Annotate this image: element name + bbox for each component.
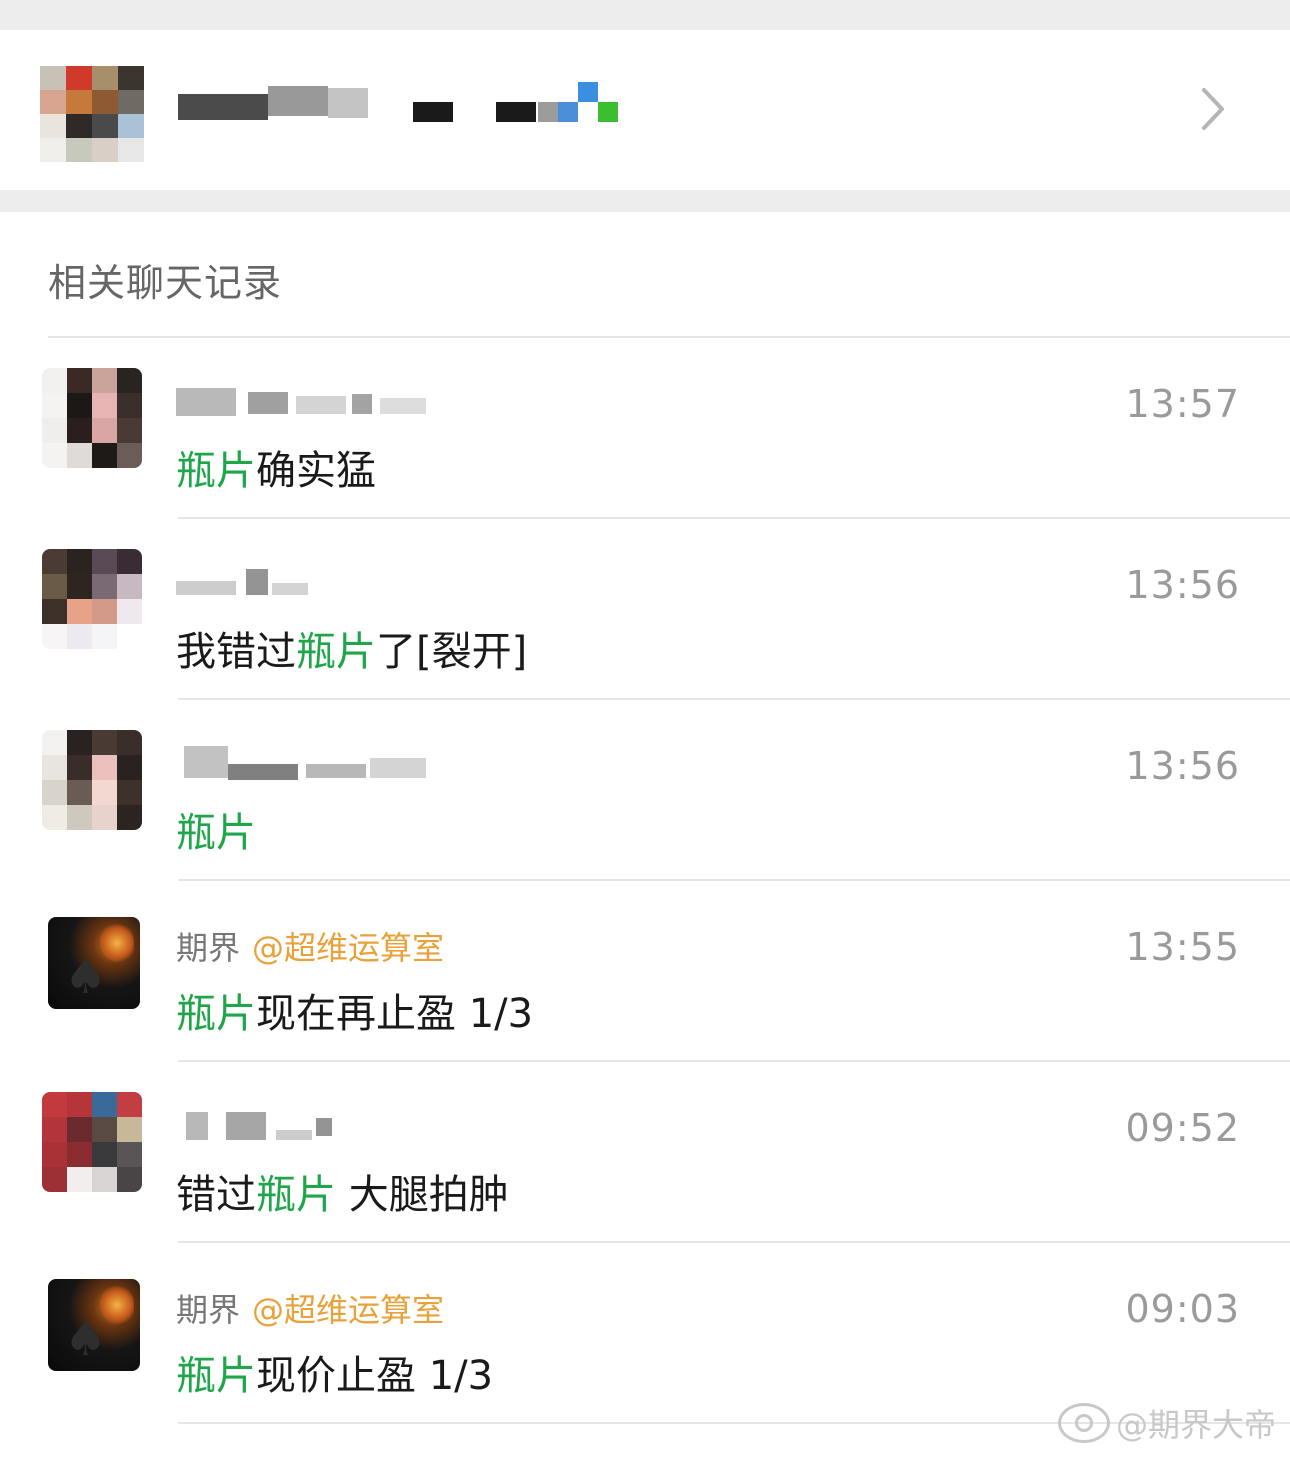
message-time: 09:52	[1125, 1106, 1240, 1150]
chat-record-item[interactable]: 瓶片 13:56	[0, 700, 1290, 881]
mention-tag: @超维运算室	[252, 929, 445, 967]
keyword-highlight: 瓶片	[256, 1172, 336, 1218]
weibo-watermark: @期界大帝	[1057, 1400, 1276, 1446]
avatar: ♠	[48, 917, 140, 1009]
chevron-right-icon	[1202, 88, 1224, 130]
section-gap	[0, 190, 1290, 212]
sender-name-blurred	[176, 565, 436, 601]
avatar: ♠	[48, 1279, 140, 1371]
weibo-logo-icon	[1057, 1403, 1110, 1443]
chat-record-item[interactable]: ♠ 期界 @超维运算室 瓶片现在再止盈 1/3 13:55	[0, 881, 1290, 1062]
message-time: 13:57	[1125, 382, 1240, 426]
message-time: 13:56	[1125, 744, 1240, 788]
keyword-highlight: 瓶片	[176, 991, 256, 1037]
keyword-highlight: 瓶片	[176, 448, 256, 494]
keyword-highlight: 瓶片	[176, 1353, 256, 1399]
chat-record-item[interactable]: 瓶片确实猛 13:57	[0, 338, 1290, 519]
avatar	[42, 1092, 142, 1192]
chat-record-item[interactable]: 错过瓶片 大腿拍肿 09:52	[0, 1062, 1290, 1243]
message-text: 我错过瓶片了[裂开]	[176, 629, 528, 675]
avatar	[42, 549, 142, 649]
sender-name-blurred	[176, 1108, 436, 1144]
sender-name: 期界 @超维运算室	[176, 929, 445, 967]
related-chat-records: 相关聊天记录 瓶片确实猛 13:57 我错过瓶片了[裂开] 13:56 瓶片 1…	[0, 212, 1290, 1462]
chat-record-item[interactable]: 我错过瓶片了[裂开] 13:56	[0, 519, 1290, 700]
message-time: 13:56	[1125, 563, 1240, 607]
message-time: 13:55	[1125, 925, 1240, 969]
avatar	[42, 368, 142, 468]
avatar	[42, 730, 142, 830]
mention-tag: @超维运算室	[252, 1291, 445, 1329]
group-avatar	[40, 66, 144, 162]
spade-icon: ♠	[64, 1311, 108, 1367]
message-time: 09:03	[1125, 1287, 1240, 1331]
group-chat-row[interactable]	[0, 30, 1290, 190]
sender-name-blurred	[176, 746, 436, 782]
chat-record-item[interactable]: ♠ 期界 @超维运算室 瓶片现价止盈 1/3 09:03	[0, 1243, 1290, 1424]
message-text: 瓶片	[176, 800, 256, 858]
keyword-highlight: 瓶片	[176, 810, 256, 856]
group-name-blurred	[178, 80, 638, 126]
message-text: 瓶片现价止盈 1/3	[176, 1353, 494, 1399]
message-text: 错过瓶片 大腿拍肿	[176, 1172, 509, 1218]
sender-name-blurred	[176, 384, 436, 420]
section-title: 相关聊天记录	[48, 261, 283, 305]
message-text: 瓶片现在再止盈 1/3	[176, 991, 534, 1037]
message-text: 瓶片确实猛	[176, 448, 376, 494]
spade-icon: ♠	[64, 949, 108, 1005]
sender-name: 期界 @超维运算室	[176, 1291, 445, 1329]
top-strip	[0, 0, 1290, 30]
keyword-highlight: 瓶片	[296, 629, 376, 675]
